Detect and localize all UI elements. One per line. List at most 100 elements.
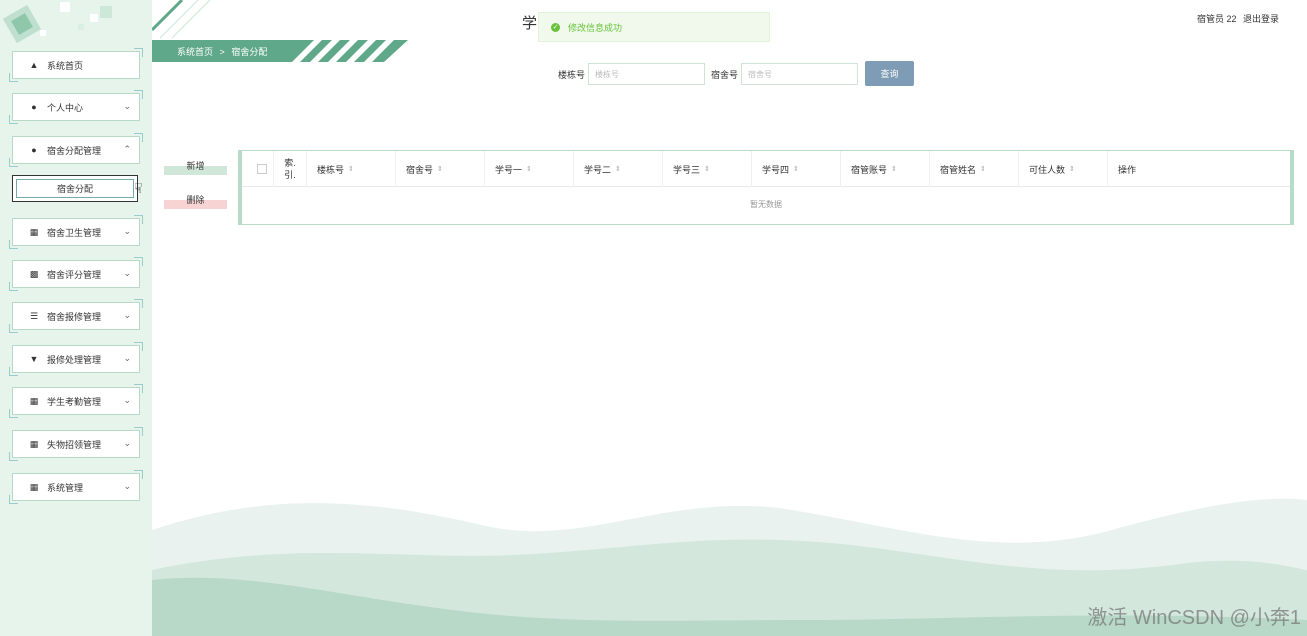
sidebar-item-label: 宿舍分配管理 — [47, 145, 102, 156]
select-all-checkbox[interactable] — [257, 164, 267, 174]
sort-icon: ⇕ — [526, 166, 532, 173]
table-header: 索. 引. 楼栋号 ⇕ 宿舍号 ⇕ 学号一 ⇕ 学号二 ⇕ 学号三 ⇕ 学号四 ⇕ 宿管账号… — [242, 151, 1290, 187]
sidebar-item-home[interactable]: ▲ 系统首页 — [9, 48, 143, 82]
sidebar-item-dorm-rating[interactable]: ▩ 宿舍评分管理 ⌄ — [9, 257, 143, 291]
sidebar-item-label: 宿舍卫生管理 — [47, 227, 102, 238]
sidebar-item-label: 个人中心 — [47, 102, 84, 113]
th-label: 学号三 — [673, 164, 701, 175]
chevron-down-icon: ⌄ — [123, 268, 131, 278]
breadcrumb-separator: > — [219, 47, 225, 57]
sidebar-item-system-mgmt[interactable]: ▦ 系统管理 ⌄ — [9, 470, 143, 504]
chevron-down-icon: ⌄ — [123, 395, 131, 405]
chevron-down-icon: ⌄ — [123, 481, 131, 491]
user-area: 宿管员 22 退出登录 — [1193, 12, 1279, 25]
room-input[interactable] — [741, 63, 859, 85]
chevron-down-icon: ⌄ — [123, 310, 131, 320]
breadcrumb-home[interactable]: 系统首页 — [177, 47, 213, 57]
sidebar-item-label: 系统首页 — [47, 60, 84, 71]
room-label: 宿舍号 — [711, 69, 739, 80]
sidebar-item-label: 宿舍评分管理 — [47, 269, 102, 280]
sidebar-subitem-dorm-assign[interactable]: 宿舍分配 — [12, 175, 138, 202]
th-index-line1: 索. — [284, 158, 296, 168]
sidebar-item-repair-handling[interactable]: ▼ 报修处理管理 ⌄ — [9, 342, 143, 376]
sidebar-item-label: 系统管理 — [47, 482, 84, 493]
check-circle-icon: ✓ — [551, 22, 560, 32]
sort-icon: ⇕ — [980, 166, 986, 173]
chart-icon: ▩ — [29, 268, 39, 279]
sidebar-item-label: 宿舍报修管理 — [47, 311, 102, 322]
building-label: 楼栋号 — [558, 69, 586, 80]
search-room: 宿舍号 — [711, 62, 859, 86]
list-icon: ☰ — [29, 310, 39, 321]
grid-icon: ▦ — [29, 226, 39, 237]
user-icon: ● — [31, 102, 37, 112]
tool-icon: ▼ — [29, 354, 39, 364]
th-label: 宿舍号 — [406, 164, 434, 175]
query-button[interactable]: 查询 — [865, 61, 914, 86]
th-index-line2: 引. — [284, 170, 296, 180]
chevron-down-icon: ⌄ — [123, 353, 131, 363]
breadcrumb-current: 宿舍分配 — [231, 47, 268, 57]
select-all-cell — [242, 151, 274, 187]
th-manager-name[interactable]: 宿管姓名 ⇕ — [930, 151, 1019, 187]
sidebar-item-label: 失物招领管理 — [47, 439, 102, 450]
sidebar-item-dorm-assign-mgmt[interactable]: ● 宿舍分配管理 ⌃ — [9, 133, 143, 167]
success-toast: ✓ 修改信息成功 — [538, 12, 770, 42]
logout-link[interactable]: 退出登录 — [1243, 14, 1279, 24]
sort-icon: ⇕ — [793, 166, 799, 173]
th-student2[interactable]: 学号二 ⇕ — [574, 151, 663, 187]
sort-icon: ⇕ — [891, 166, 897, 173]
th-student4[interactable]: 学号四 ⇕ — [752, 151, 841, 187]
th-label: 操作 — [1118, 164, 1137, 175]
subitem-frame — [16, 179, 134, 198]
watermark-text: 激活 WinCSDN @小奔1 — [1087, 607, 1301, 629]
th-building[interactable]: 楼栋号 ⇕ — [307, 151, 396, 187]
sidebar-item-attendance[interactable]: ▦ 学生考勤管理 ⌄ — [9, 384, 143, 418]
sidebar-item-dorm-repair[interactable]: ☰ 宿舍报修管理 ⌄ — [9, 299, 143, 333]
sidebar-item-lost-found[interactable]: ▦ 失物招领管理 ⌄ — [9, 427, 143, 461]
th-label: 楼栋号 — [317, 164, 345, 175]
delete-button[interactable]: 删除 — [164, 189, 227, 209]
th-label: 可住人数 — [1029, 164, 1066, 175]
th-capacity[interactable]: 可住人数 ⇕ — [1019, 151, 1108, 187]
th-index: 索. 引. — [274, 151, 307, 187]
sidebar: ▲ 系统首页 ● 个人中心 ⌄ ● 宿舍分配管理 ⌃ 宿舍分配 ☟ ▦ 宿舍卫生… — [0, 0, 152, 636]
th-label: 学号四 — [762, 164, 790, 175]
chevron-down-icon: ⌄ — [123, 101, 131, 111]
header-decoration — [152, 0, 211, 39]
chevron-down-icon: ⌄ — [123, 438, 131, 448]
sidebar-item-label: 学生考勤管理 — [47, 396, 102, 407]
sidebar-item-dorm-hygiene[interactable]: ▦ 宿舍卫生管理 ⌄ — [9, 215, 143, 249]
chevron-down-icon: ⌄ — [123, 226, 131, 236]
th-room[interactable]: 宿舍号 ⇕ — [396, 151, 485, 187]
user-name: 宿管员 22 — [1196, 14, 1237, 24]
home-icon: ▲ — [29, 60, 39, 70]
sort-icon: ⇕ — [437, 166, 443, 173]
table-empty-text: 暂无数据 — [750, 200, 782, 209]
page-title: 学 — [522, 15, 538, 32]
sort-icon: ⇕ — [1069, 166, 1075, 173]
sidebar-item-personal-center[interactable]: ● 个人中心 ⌄ — [9, 90, 143, 124]
th-label: 宿管姓名 — [940, 164, 977, 175]
search-building: 楼栋号 — [558, 62, 706, 86]
building-input[interactable] — [588, 63, 706, 85]
th-student3[interactable]: 学号三 ⇕ — [663, 151, 752, 187]
toast-message: 修改信息成功 — [568, 22, 623, 33]
th-manager-account[interactable]: 宿管账号 ⇕ — [841, 151, 930, 187]
th-actions: 操作 — [1108, 151, 1290, 187]
add-button[interactable]: 新增 — [164, 155, 227, 175]
th-label: 学号一 — [495, 164, 523, 175]
th-student1[interactable]: 学号一 ⇕ — [485, 151, 574, 187]
hand-cursor-icon: ☟ — [134, 180, 143, 196]
grid-icon: ▦ — [29, 395, 39, 406]
pin-icon: ● — [31, 145, 37, 155]
breadcrumb: 系统首页 > 宿舍分配 — [152, 40, 408, 62]
grid-icon: ▦ — [29, 438, 39, 449]
sort-icon: ⇕ — [704, 166, 710, 173]
sort-icon: ⇕ — [348, 166, 354, 173]
data-table: 索. 引. 楼栋号 ⇕ 宿舍号 ⇕ 学号一 ⇕ 学号二 ⇕ 学号三 ⇕ 学号四 ⇕ 宿管账号… — [238, 150, 1294, 225]
th-label: 宿管账号 — [851, 164, 888, 175]
sort-icon: ⇕ — [615, 166, 621, 173]
grid-icon: ▦ — [29, 481, 39, 492]
sidebar-item-label: 报修处理管理 — [47, 354, 102, 365]
